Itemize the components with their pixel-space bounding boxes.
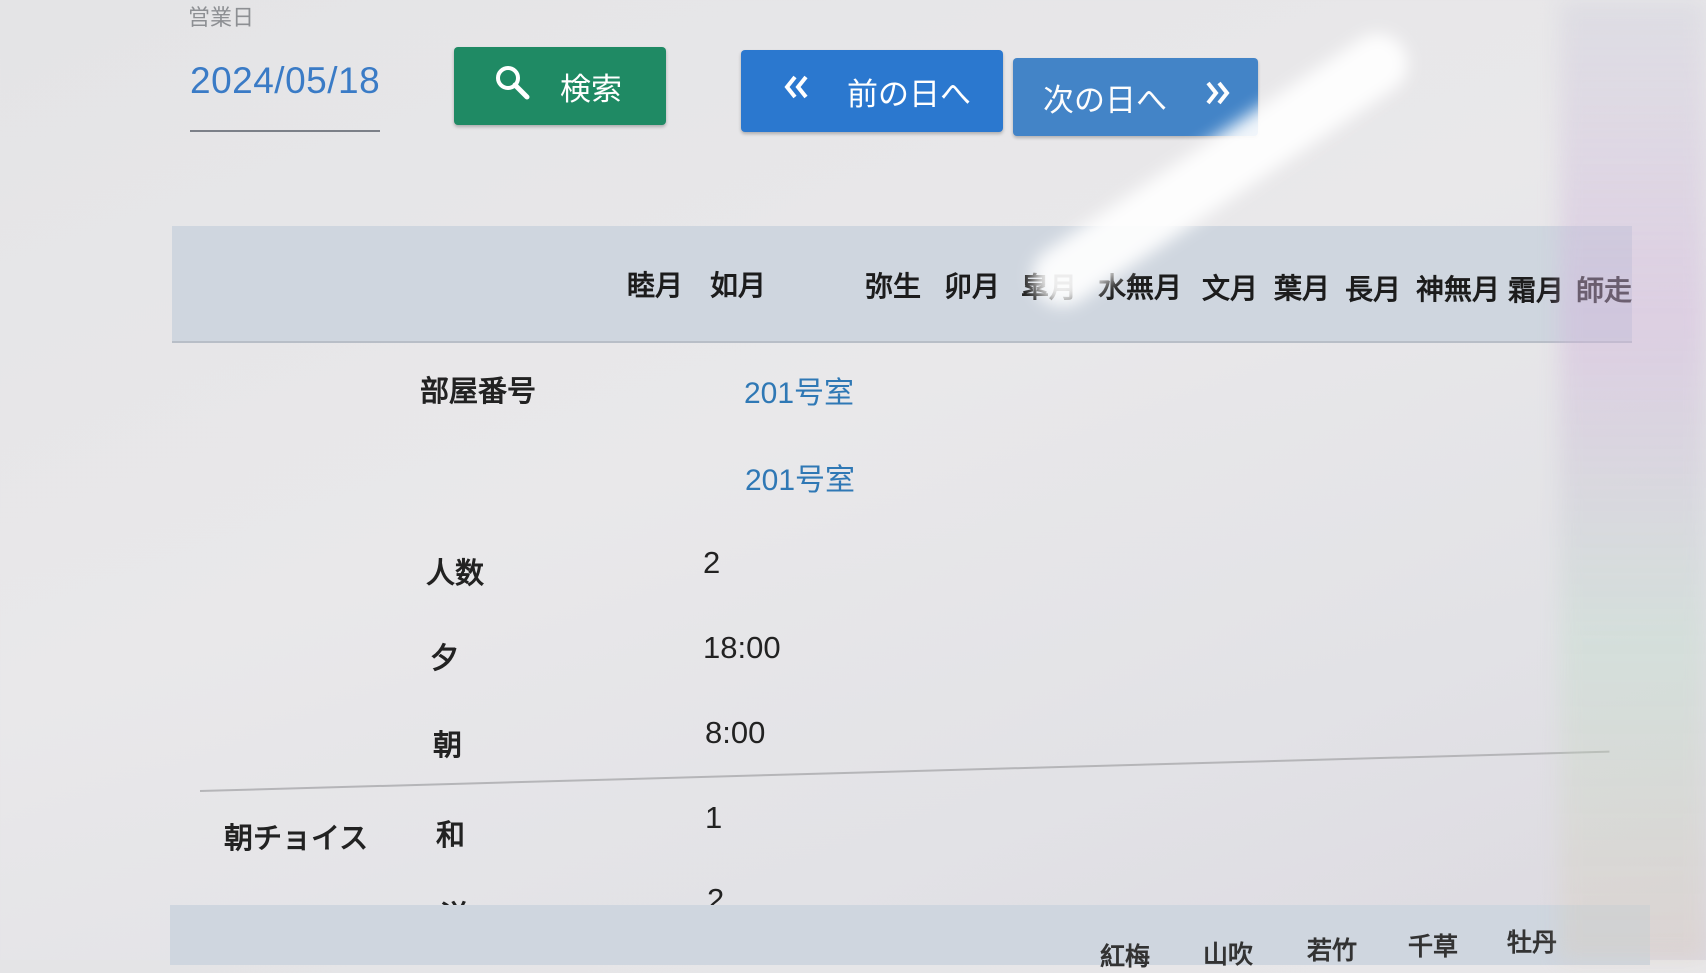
breakfast-label: 朝	[433, 728, 463, 762]
breakfast-time-value: 8:00	[705, 715, 766, 750]
people-value: 2	[703, 545, 721, 580]
bottom-header-band: 紅梅 山吹 若竹 千草 牡丹	[170, 905, 1650, 971]
double-chevron-left-icon	[781, 72, 811, 110]
prev-day-button[interactable]: 前の日へ	[741, 50, 1003, 132]
month-8[interactable]: 葉月	[1274, 267, 1330, 307]
bottom-header-item-5: 牡丹	[1507, 928, 1558, 957]
month-9[interactable]: 長月	[1345, 268, 1401, 308]
month-header: 睦月 如月 弥生 卯月 皐月 水無月 文月 葉月 長月 神無月 霜月 師走	[172, 226, 1632, 343]
japanese-style-value: 1	[705, 800, 723, 835]
room-link-2[interactable]: 201号室	[745, 455, 855, 499]
business-day-label: 営業日	[188, 6, 255, 31]
section-divider	[199, 750, 1610, 792]
people-label: 人数	[426, 556, 485, 590]
month-2[interactable]: 如月	[710, 264, 766, 304]
room-number-label: 部屋番号	[420, 374, 537, 408]
bottom-header-item-3: 若竹	[1307, 936, 1358, 965]
search-button[interactable]: 検索	[454, 47, 666, 125]
screen-reflection	[1560, 0, 1706, 960]
double-chevron-right-icon	[1203, 78, 1233, 116]
month-7[interactable]: 文月	[1202, 267, 1258, 307]
search-button-label: 検索	[560, 71, 622, 108]
month-4[interactable]: 卯月	[944, 265, 1000, 305]
room-link-1[interactable]: 201号室	[744, 368, 854, 412]
breakfast-choice-label: 朝チョイス	[224, 821, 369, 855]
month-1[interactable]: 睦月	[627, 264, 683, 304]
bottom-header-item-4: 千草	[1408, 932, 1459, 961]
business-day-value: 2024/05/18	[190, 60, 381, 101]
bottom-header-item-2: 山吹	[1203, 940, 1254, 969]
search-icon	[494, 64, 530, 108]
dinner-time-value: 18:00	[703, 630, 781, 665]
next-day-label: 次の日へ	[1043, 82, 1167, 119]
bottom-header-item-1: 紅梅	[1100, 942, 1151, 971]
month-10[interactable]: 神無月	[1416, 268, 1500, 308]
business-day-input[interactable]: 2024/05/18	[190, 55, 380, 132]
month-11[interactable]: 霜月	[1508, 269, 1564, 309]
month-3[interactable]: 弥生	[865, 265, 921, 305]
next-day-button[interactable]: 次の日へ	[1013, 58, 1258, 136]
prev-day-label: 前の日へ	[847, 76, 971, 113]
japanese-style-label: 和	[436, 818, 466, 852]
dinner-label: 夕	[430, 641, 460, 675]
